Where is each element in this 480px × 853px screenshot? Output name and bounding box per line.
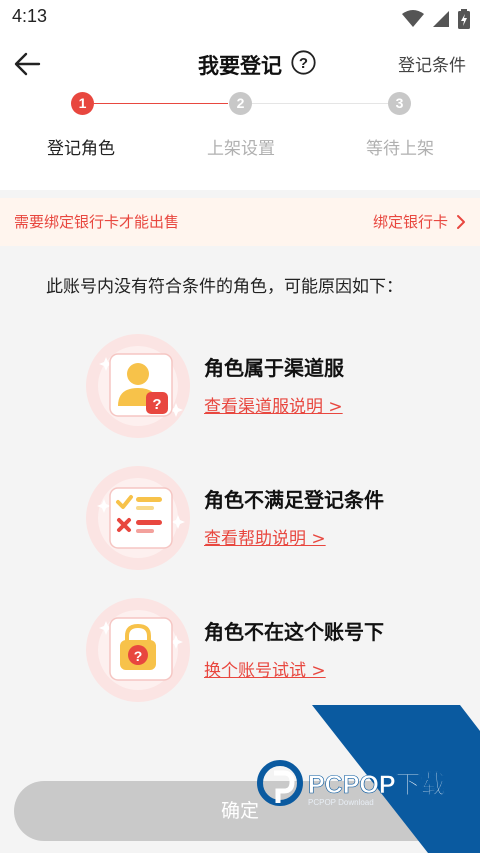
question-circle-icon: ? — [291, 50, 316, 75]
intro-text: 此账号内没有符合条件的角色，可能原因如下： — [46, 277, 403, 297]
battery-icon — [458, 9, 470, 29]
status-time: 4:13 — [12, 6, 48, 26]
status-bar: 4:13 — [0, 0, 480, 36]
step-3-circle: 3 — [388, 92, 411, 115]
bind-bank-card-link[interactable]: 绑定银行卡 — [373, 211, 466, 232]
lock-question-icon: ? — [86, 598, 190, 702]
checklist-icon — [86, 466, 190, 570]
back-arrow-icon — [14, 52, 41, 76]
step-2-label: 上架设置 — [207, 139, 275, 159]
step-line-2 — [252, 103, 388, 104]
channel-server-help-link[interactable]: 查看渠道服说明 > — [204, 392, 343, 417]
user-question-icon: ? — [86, 334, 190, 438]
reason-item-wrong-account: ? 角色不在这个账号下 换个账号试试 > — [84, 596, 444, 704]
signal-icon — [433, 11, 449, 27]
header-section: 我要登记 ? 登记条件 1 2 3 登记角色 上架设置 等待上架 — [0, 36, 480, 190]
reason-title: 角色不满足登记条件 — [204, 488, 384, 512]
conditions-help-link[interactable]: 查看帮助说明 > — [204, 524, 326, 549]
confirm-button[interactable]: 确定 — [14, 781, 466, 841]
svg-text:?: ? — [134, 648, 143, 664]
reason-title: 角色不在这个账号下 — [204, 620, 384, 644]
reason-title: 角色属于渠道服 — [204, 356, 344, 380]
status-icons — [402, 9, 470, 29]
bind-bank-card-label: 绑定银行卡 — [372, 213, 448, 231]
reason-item-conditions: 角色不满足登记条件 查看帮助说明 > — [84, 464, 444, 572]
page-title: 我要登记 — [198, 54, 282, 78]
step-1-circle: 1 — [71, 92, 94, 115]
svg-text:?: ? — [152, 396, 161, 413]
step-line-1 — [94, 103, 228, 104]
help-button[interactable]: ? — [291, 50, 316, 75]
step-2-circle: 2 — [229, 92, 252, 115]
svg-text:?: ? — [299, 55, 308, 72]
wifi-icon — [402, 10, 424, 27]
notice-text: 需要绑定银行卡才能出售 — [14, 213, 180, 231]
bank-card-notice: 需要绑定银行卡才能出售 绑定银行卡 — [0, 198, 480, 246]
conditions-link[interactable]: 登记条件 — [398, 51, 466, 76]
chevron-right-icon — [457, 214, 465, 229]
switch-account-link[interactable]: 换个账号试试 > — [204, 656, 326, 681]
back-button[interactable] — [12, 48, 44, 80]
reason-item-channel-server: ? 角色属于渠道服 查看渠道服说明 > — [84, 332, 444, 440]
step-3-label: 等待上架 — [366, 139, 434, 159]
stepper: 1 2 3 登记角色 上架设置 等待上架 — [0, 92, 480, 162]
step-1-label: 登记角色 — [47, 139, 115, 159]
